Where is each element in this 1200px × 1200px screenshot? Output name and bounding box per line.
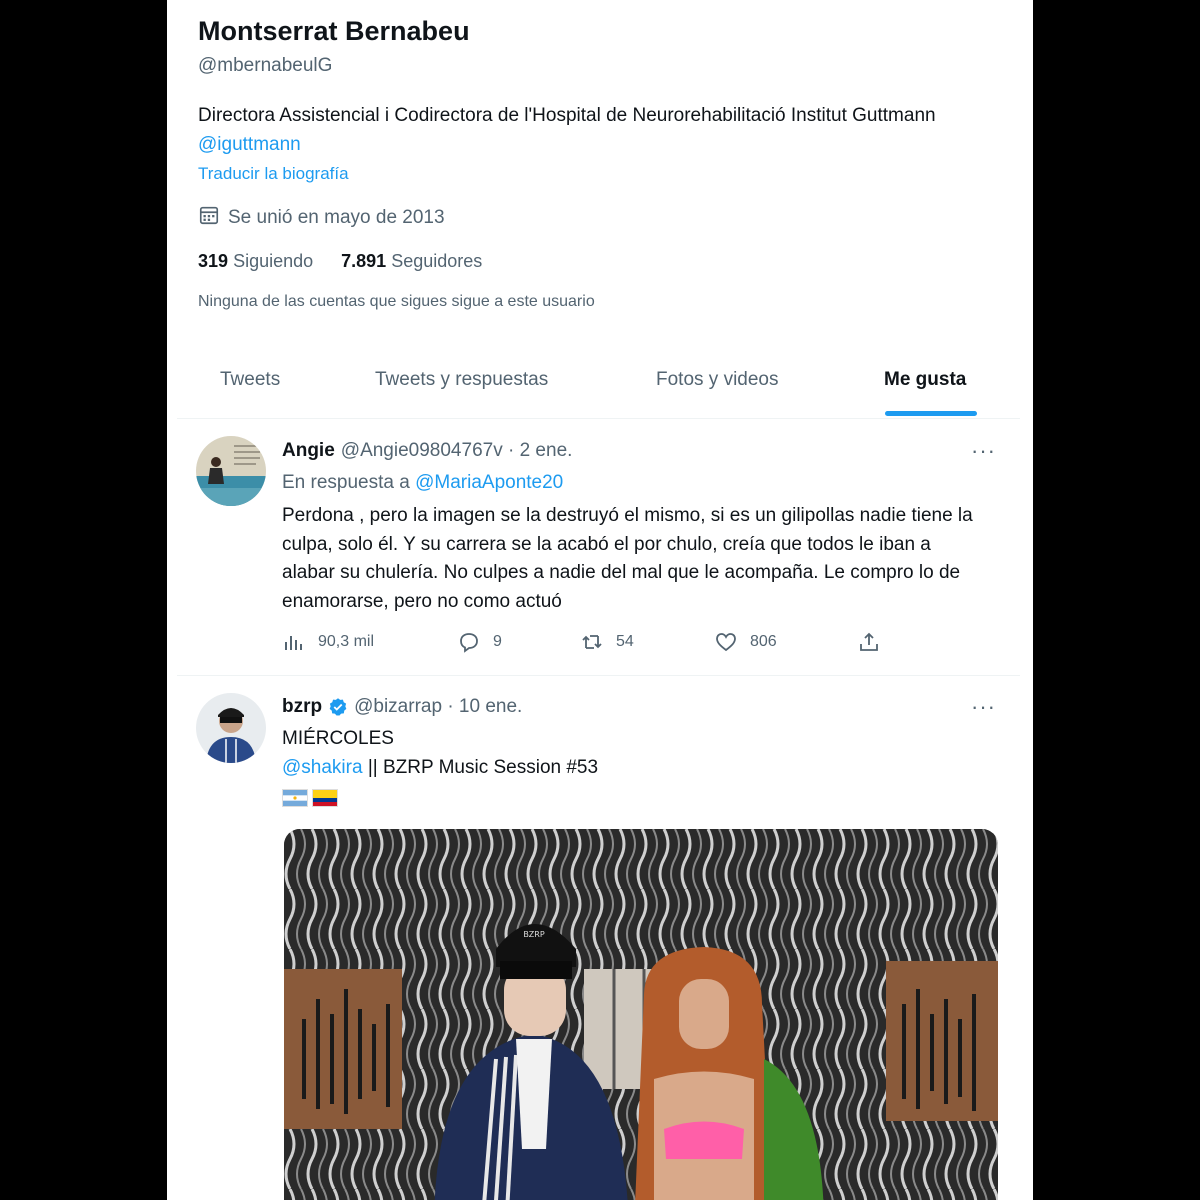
tab-tweets-and-replies[interactable]: Tweets y respuestas [375, 369, 548, 391]
avatar[interactable] [196, 436, 266, 506]
joined-date: Se unió en mayo de 2013 [198, 204, 445, 232]
tab-tweets[interactable]: Tweets [220, 369, 280, 391]
profile-bio: Directora Assistencial i Codirectora de … [198, 101, 978, 159]
heart-icon [716, 633, 736, 652]
tweet-date[interactable]: · 2 ene. [508, 440, 572, 462]
reply-mention-link[interactable]: @MariaAponte20 [415, 472, 563, 493]
bio-mention-link[interactable]: @iguttmann [198, 134, 301, 155]
profile-tabs: Tweets Tweets y respuestas Fotos y video… [177, 356, 1020, 419]
more-options-icon[interactable]: ··· [971, 694, 996, 720]
active-tab-indicator [885, 411, 977, 416]
like-button[interactable]: 806 [714, 630, 777, 654]
tweet-text-line: @shakira || BZRP Music Session #53 [282, 757, 598, 779]
followers-you-know-text: Ninguna de las cuentas que sigues sigue … [198, 293, 595, 310]
tweet-author-handle[interactable]: @Angie09804767v [341, 440, 503, 462]
retweet-count: 54 [616, 633, 634, 650]
reply-context: En respuesta a @MariaAponte20 [282, 472, 563, 494]
tweet-mention-link[interactable]: @shakira [282, 757, 363, 778]
tweet-actions: 90,3 mil 9 54 806 [282, 630, 882, 660]
translate-bio-link[interactable]: Traducir la biografía [198, 164, 349, 184]
calendar-icon [198, 204, 220, 232]
reply-prefix: En respuesta a [282, 472, 410, 493]
followers-label: Seguidores [391, 251, 483, 271]
profile-name: Montserrat Bernabeu [198, 16, 470, 46]
follow-stats: 319 Siguiendo 7.891 Seguidores [198, 251, 482, 272]
verified-badge-icon [328, 697, 348, 717]
tweet-card[interactable]: Angie @Angie09804767v · 2 ene. ··· En re… [177, 420, 1020, 676]
avatar[interactable] [196, 693, 266, 763]
views-icon [285, 636, 302, 650]
tweet-date[interactable]: · 10 ene. [447, 696, 522, 718]
views-count: 90,3 mil [318, 633, 375, 650]
like-count: 806 [750, 633, 777, 650]
tweet-card[interactable]: bzrp @bizarrap · 10 ene. ··· MIÉRCOLES @… [177, 676, 1020, 1200]
reply-icon [460, 633, 478, 653]
tweet-text-line: MIÉRCOLES [282, 728, 394, 749]
colombia-flag-icon [312, 788, 338, 807]
share-button[interactable] [857, 630, 881, 654]
tweet-media-image[interactable]: BZRP [284, 829, 998, 1200]
following-link[interactable]: 319 Siguiendo [198, 251, 313, 272]
tab-likes[interactable]: Me gusta [884, 369, 966, 391]
tweet-header: bzrp @bizarrap · 10 ene. [282, 696, 522, 718]
following-count: 319 [198, 251, 229, 271]
joined-text: Se unió en mayo de 2013 [228, 207, 445, 228]
share-icon [860, 632, 878, 651]
reply-count: 9 [493, 633, 502, 650]
tweet-author-handle[interactable]: @bizarrap [354, 696, 442, 718]
more-options-icon[interactable]: ··· [971, 438, 996, 464]
followers-count: 7.891 [341, 251, 387, 271]
cap-logo-text: BZRP [523, 930, 545, 939]
followers-link[interactable]: 7.891 Seguidores [341, 251, 482, 272]
retweet-icon [582, 635, 602, 649]
views-button[interactable]: 90,3 mil [282, 630, 374, 654]
tweet-flags [282, 787, 342, 809]
tweet-author-name[interactable]: Angie [282, 440, 335, 462]
reply-button[interactable]: 9 [457, 630, 502, 654]
tweet-text: Perdona , pero la imagen se la destruyó … [282, 505, 973, 612]
tweet-text-rest: || BZRP Music Session #53 [362, 757, 599, 778]
tweet-header: Angie @Angie09804767v · 2 ene. [282, 440, 572, 462]
following-label: Siguiendo [233, 251, 314, 271]
profile-handle: @mbernabeulG [198, 55, 333, 76]
retweet-button[interactable]: 54 [580, 630, 634, 654]
argentina-flag-icon [282, 788, 308, 807]
tweet-author-name[interactable]: bzrp [282, 696, 322, 718]
tab-media[interactable]: Fotos y videos [656, 369, 779, 391]
profile-panel: Montserrat Bernabeu @mbernabeulG Directo… [167, 0, 1033, 1200]
bio-text: Directora Assistencial i Codirectora de … [198, 105, 936, 126]
